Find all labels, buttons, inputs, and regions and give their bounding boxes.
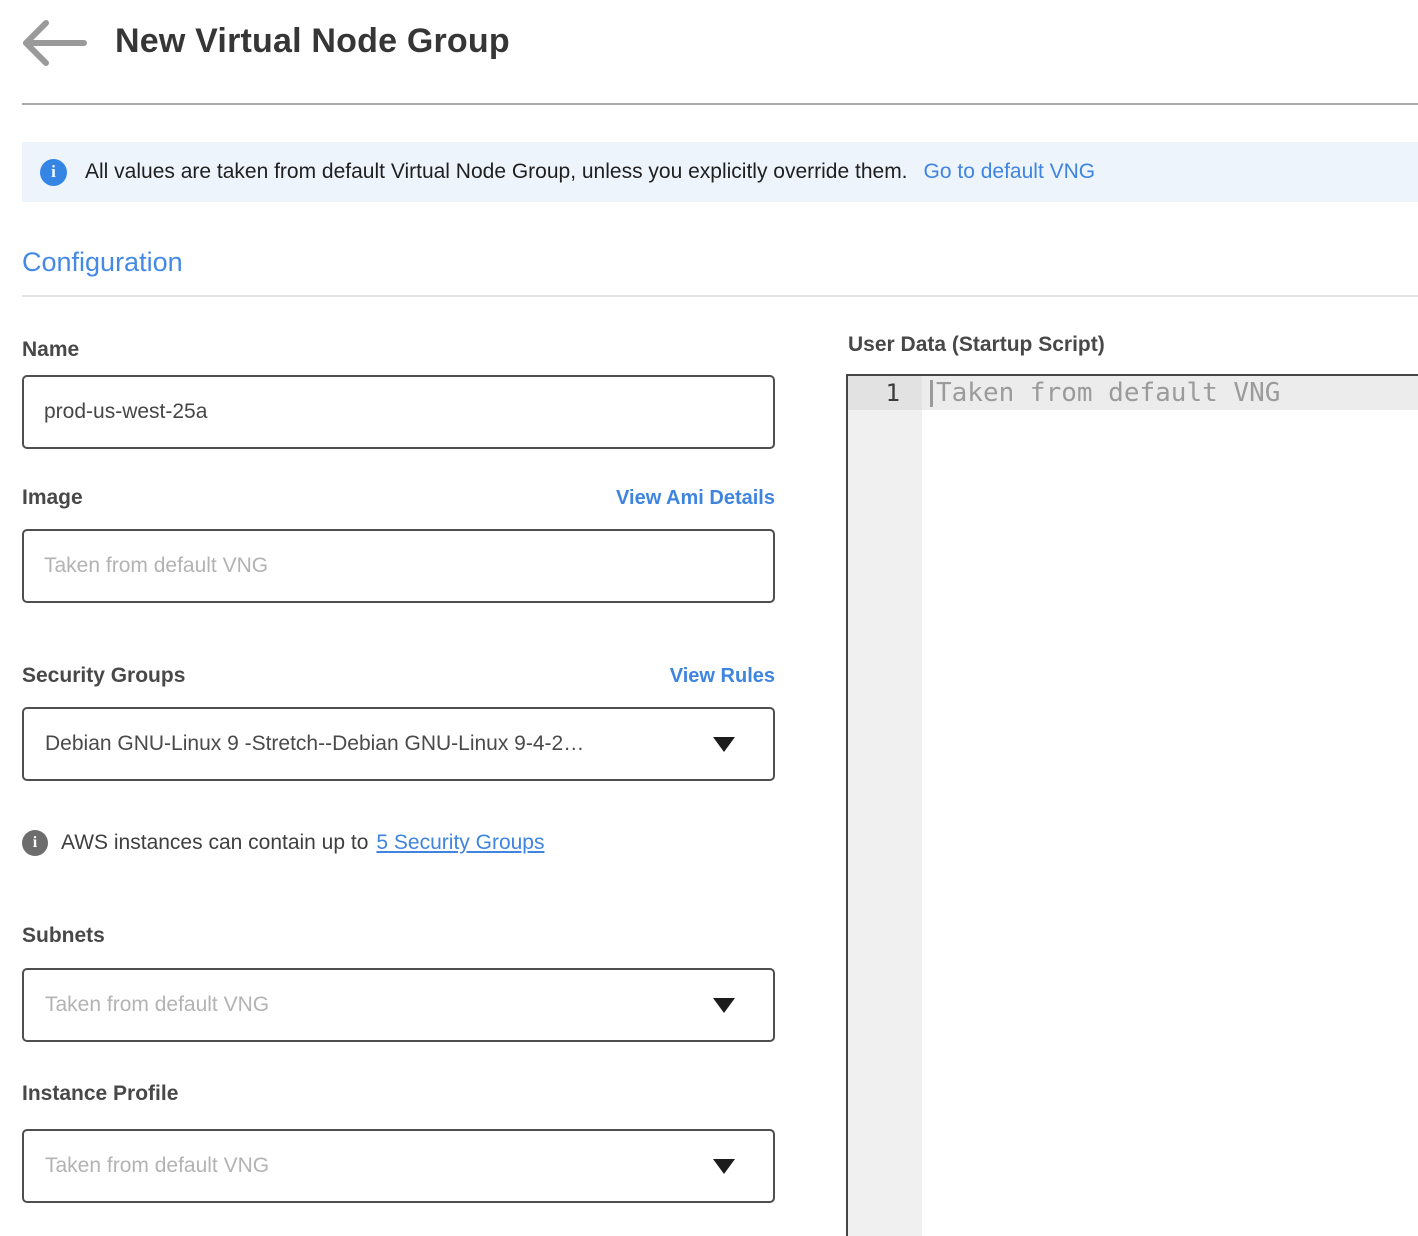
five-security-groups-link[interactable]: 5 Security Groups: [376, 831, 544, 855]
subnets-field-header: Subnets: [22, 924, 775, 948]
back-button[interactable]: [20, 20, 88, 66]
image-field-header: Image View Ami Details: [22, 486, 775, 510]
subnets-label: Subnets: [22, 924, 105, 948]
user-data-editor[interactable]: 1 Taken from default VNG: [846, 374, 1418, 1236]
name-input[interactable]: [22, 375, 775, 449]
name-label: Name: [22, 338, 79, 362]
instance-profile-select[interactable]: Taken from default VNG: [22, 1129, 775, 1203]
chevron-down-icon: [713, 737, 735, 752]
security-groups-note: i AWS instances can contain up to 5 Secu…: [22, 830, 775, 856]
info-icon: i: [22, 830, 48, 856]
view-rules-link[interactable]: View Rules: [670, 665, 775, 688]
arrow-left-icon: [20, 20, 88, 66]
instance-profile-field-header: Instance Profile: [22, 1082, 775, 1106]
security-groups-selected-value: Debian GNU-Linux 9 -Stretch--Debian GNU-…: [45, 732, 584, 756]
section-divider: [22, 295, 1418, 297]
go-to-default-vng-link[interactable]: Go to default VNG: [924, 160, 1096, 184]
configuration-section-title: Configuration: [22, 247, 183, 278]
editor-line-1: 1 Taken from default VNG: [848, 376, 1418, 410]
text-cursor: [930, 380, 933, 407]
editor-gutter: [848, 410, 922, 1236]
subnets-select[interactable]: Taken from default VNG: [22, 968, 775, 1042]
image-input[interactable]: [22, 529, 775, 603]
image-label: Image: [22, 486, 83, 510]
configuration-form: Name Image View Ami Details Security Gro…: [22, 338, 775, 1203]
instance-profile-placeholder: Taken from default VNG: [45, 1154, 269, 1178]
security-note-text: AWS instances can contain up to: [61, 831, 368, 855]
user-data-label: User Data (Startup Script): [848, 333, 1105, 357]
editor-text-area[interactable]: [922, 410, 1418, 1236]
new-virtual-node-group-page: New Virtual Node Group i All values are …: [0, 0, 1418, 1236]
info-banner: i All values are taken from default Virt…: [22, 142, 1418, 202]
chevron-down-icon: [713, 998, 735, 1013]
editor-active-line[interactable]: Taken from default VNG: [922, 376, 1418, 410]
security-groups-select[interactable]: Debian GNU-Linux 9 -Stretch--Debian GNU-…: [22, 707, 775, 781]
header-divider: [22, 103, 1418, 105]
name-field-header: Name: [22, 338, 775, 362]
instance-profile-label: Instance Profile: [22, 1082, 178, 1106]
page-title: New Virtual Node Group: [115, 22, 510, 61]
view-ami-details-link[interactable]: View Ami Details: [616, 487, 775, 510]
security-groups-label: Security Groups: [22, 664, 185, 688]
editor-line-number: 1: [848, 376, 922, 410]
security-groups-field-header: Security Groups View Rules: [22, 664, 775, 688]
chevron-down-icon: [713, 1159, 735, 1174]
editor-body: [848, 410, 1418, 1236]
banner-message: All values are taken from default Virtua…: [85, 160, 908, 184]
subnets-placeholder: Taken from default VNG: [45, 993, 269, 1017]
editor-placeholder: Taken from default VNG: [936, 378, 1280, 408]
info-icon: i: [40, 159, 67, 186]
